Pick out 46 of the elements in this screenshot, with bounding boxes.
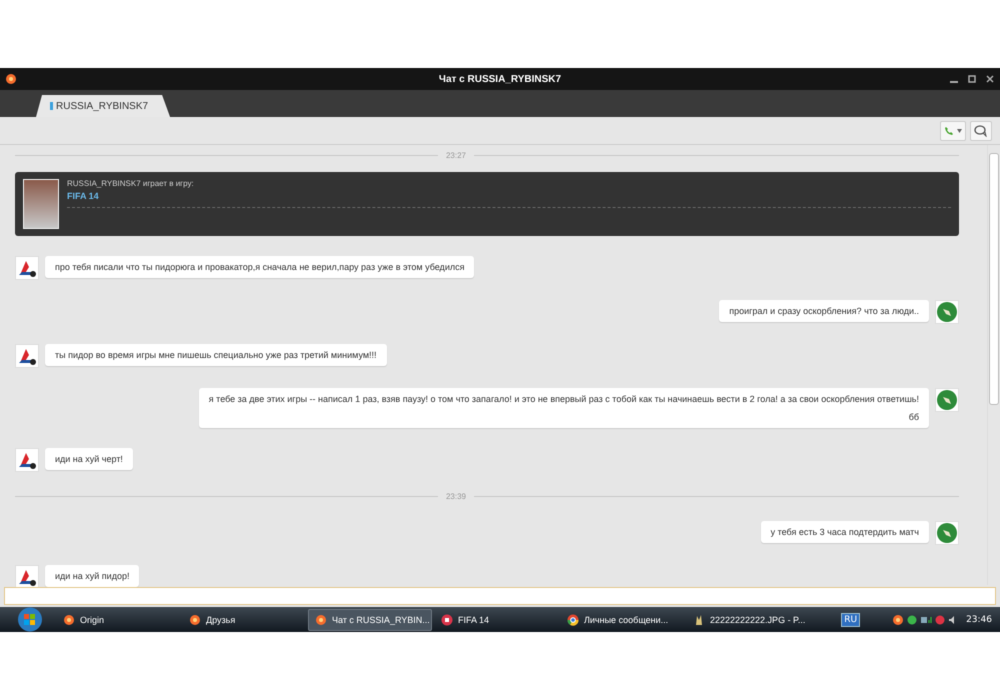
origin-logo-icon: [315, 614, 327, 626]
message-bubble: проиграл и сразу оскорбления? что за люди..: [719, 300, 929, 322]
window-title: Чат с RUSSIA_RYBINSK7: [438, 74, 562, 84]
timestamp: 23:39: [446, 492, 466, 501]
message-input[interactable]: [4, 587, 996, 605]
avatar-icon: [935, 521, 959, 545]
taskbar-button[interactable]: Друзья: [182, 608, 306, 630]
avatar-icon: [935, 300, 959, 324]
chat-tab[interactable]: RUSSIA_RYBINSK7: [36, 95, 170, 117]
tray-icon[interactable]: [907, 614, 918, 624]
timestamp: 23:27: [446, 151, 466, 160]
origin-logo-icon: [5, 73, 17, 85]
avatar-icon: [935, 388, 959, 412]
game-link[interactable]: FIFA 14: [67, 191, 99, 201]
game-status-text: RUSSIA_RYBINSK7 играет в игру:: [67, 179, 195, 188]
close-icon[interactable]: [986, 75, 994, 83]
avatar-icon: [15, 344, 39, 368]
origin-logo-icon: [63, 614, 75, 626]
chat-options-button[interactable]: [970, 120, 992, 140]
message-bubble: у тебя есть 3 часа подтердить матч: [760, 521, 929, 543]
network-icon[interactable]: [920, 614, 932, 624]
avatar-icon: [15, 448, 39, 472]
taskbar-button[interactable]: FIFA 14: [434, 608, 558, 630]
message-bubble: иди на хуй черт!: [45, 448, 133, 470]
language-indicator[interactable]: RU: [841, 612, 860, 626]
taskbar-button[interactable]: 22222222222.JPG - P...: [686, 608, 810, 630]
message-bubble: иди на хуй пидор!: [45, 565, 140, 587]
avatar-icon: [15, 256, 39, 280]
speech-bubbles-icon: [974, 124, 988, 136]
browser-icon: [567, 614, 579, 626]
taskbar-button[interactable]: Чат с RUSSIA_RYBIN...: [308, 608, 432, 630]
taskbar-button[interactable]: Личные сообщени...: [560, 608, 684, 630]
game-cover-placeholder: [23, 179, 59, 229]
call-button[interactable]: [940, 120, 966, 140]
message-bubble: про тебя писали что ты пидорюга и провакатор,я сначала не верил,пару раз уже в этом убедился: [45, 256, 474, 278]
game-icon: [441, 614, 453, 626]
taskbar-button[interactable]: Origin: [56, 608, 180, 630]
restore-icon[interactable]: [968, 75, 976, 83]
message-bubble: я тебе за две этих игры -- написал 1 раз, взяв паузу! о том что запагало! и это не впервый раз с тобой как ты начинаешь вести в 2 гола! а за свои оскорбления ответишь! бб: [198, 388, 929, 428]
clock: 23:46: [966, 614, 992, 624]
scrollbar[interactable]: [987, 145, 1000, 585]
message-bubble: ты пидор во время игры мне пишешь специально уже раз третий минимум!!!: [45, 344, 387, 366]
caret-icon: [957, 128, 962, 132]
phone-icon: [944, 126, 954, 136]
origin-logo-icon: [892, 614, 904, 626]
origin-logo-icon: [189, 614, 201, 626]
